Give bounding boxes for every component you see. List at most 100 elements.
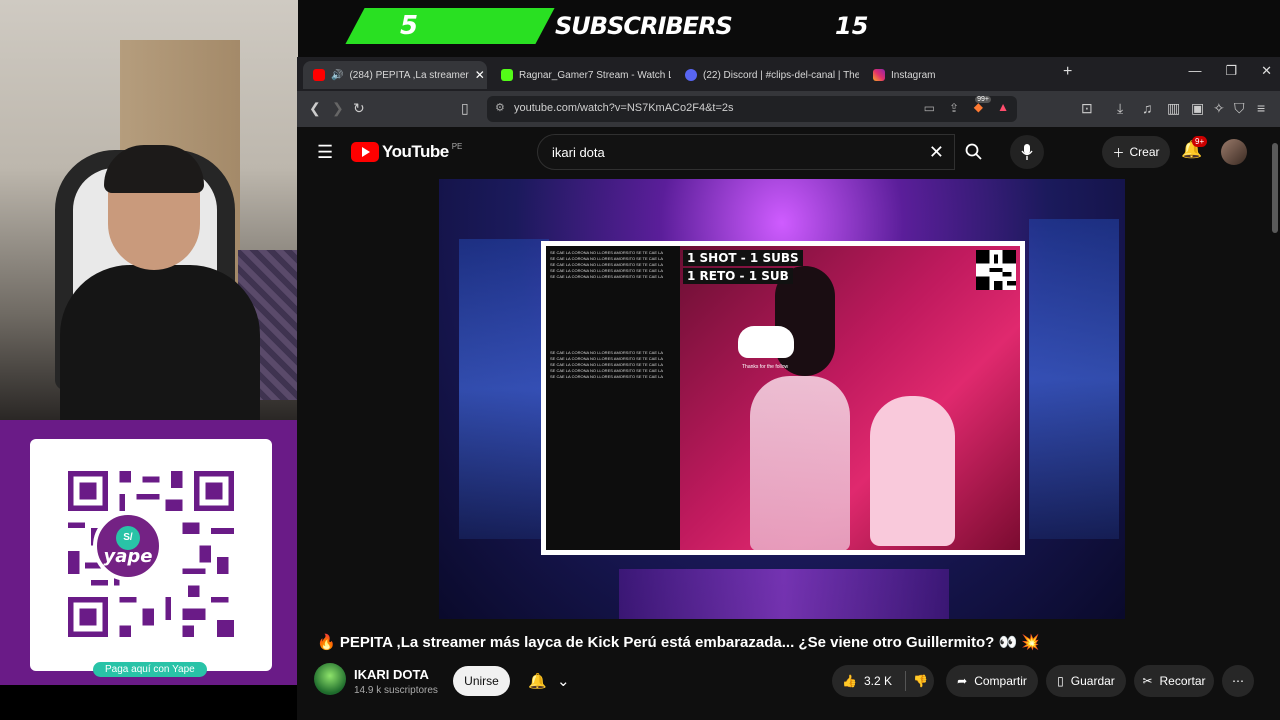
stream-video: Thanks for the follow 1 SHOT - 1 SUBS 1 … [680,246,1020,550]
video-player[interactable]: SE CAE LA CORONA NO LLORES AMORSITO SE T… [439,179,1125,619]
search-button[interactable] [955,134,993,170]
browser-window: 🔊 (284) PEPITA ,La streamer ✕ Ragnar_Gam… [297,57,1280,720]
close-tab-icon[interactable]: ✕ [475,68,485,82]
search-icon [965,143,982,160]
overlay-line-1: 1 SHOT - 1 SUBS [683,250,803,266]
youtube-icon [313,69,325,81]
bookmark-icon[interactable]: ▯ [461,100,469,117]
rewards-icon[interactable]: ▲ [997,100,1009,114]
more-dots-icon: ⋯ [1232,674,1244,688]
chevron-down-icon: ⌄ [557,673,570,690]
tab-strip: 🔊 (284) PEPITA ,La streamer ✕ Ragnar_Gam… [297,57,1280,91]
music-icon[interactable]: ♫ [1142,100,1153,116]
maximize-icon[interactable]: ❐ [1225,63,1237,79]
tab-instagram[interactable]: Instagram [863,61,1043,89]
join-button[interactable]: Unirse [453,666,510,696]
address-bar[interactable]: ⚙ youtube.com/watch?v=NS7KmACo2F4&t=2s ▭… [487,96,1017,122]
screen: 5 SUBSCRIBERS 15 S/ yape Paga aquí con Y… [0,0,1280,720]
tab-kick[interactable]: Ragnar_Gamer7 Stream - Watch Live [491,61,671,89]
url-text: youtube.com/watch?v=NS7KmACo2F4&t=2s [514,102,734,114]
share-label: Compartir [974,674,1027,688]
search-input[interactable]: ikari dota ✕ [537,134,955,170]
thumbs-down-icon: 👎 [912,674,928,688]
user-avatar[interactable] [1221,139,1247,165]
ai-icon[interactable]: ✧ [1213,100,1225,117]
menu-icon[interactable]: ≡ [1257,100,1265,116]
channel-name[interactable]: IKARI DOTA [354,667,429,682]
background-streak [1029,219,1119,539]
download-icon[interactable]: ⤓ [1117,100,1123,117]
plus-icon: ＋ [1112,145,1125,160]
save-button[interactable]: ▯ Guardar [1046,665,1126,697]
reload-icon[interactable]: ↻ [353,100,365,117]
fire-emoji: 🔥 [317,634,336,651]
background-streak [459,239,549,539]
tab-youtube[interactable]: 🔊 (284) PEPITA ,La streamer ✕ [303,61,487,89]
save-label: Guardar [1070,674,1115,688]
webcam-feed [0,0,298,420]
share-button[interactable]: ➦ Compartir [946,665,1038,697]
yape-qr-card: S/ yape [30,439,272,671]
stream-qr-code [976,250,1016,290]
more-actions-button[interactable]: ⋯ [1222,665,1254,697]
new-tab-icon[interactable]: + [1063,63,1072,81]
create-label: Crear [1129,145,1160,159]
chat-line: SE CAE LA CORONA NO LLORES AMORSITO SE T… [550,274,663,279]
yape-logo-text: yape [103,545,153,567]
wallet-icon[interactable]: ▣ [1191,100,1204,117]
share-arrow-icon: ➦ [957,674,968,688]
minimize-icon[interactable]: — [1188,63,1201,79]
create-button[interactable]: ＋ Crear [1102,136,1170,168]
microphone-icon [1021,144,1033,160]
country-code: PE [451,141,463,151]
thumbs-up-icon: 👍 [842,674,857,688]
dislike-button[interactable]: 👎 [913,674,928,688]
vpn-icon[interactable]: ⛉ [1234,100,1245,117]
clear-search-icon[interactable]: ✕ [929,142,944,163]
search-query: ikari dota [552,145,605,160]
tab-title: (284) PEPITA ,La streamer [349,69,469,81]
like-count: 3.2 K [863,674,892,688]
subscription-bell-button[interactable]: 🔔 ⌄ [518,666,580,696]
forward-icon[interactable]: ❯ [332,100,344,117]
share-icon[interactable]: ⇪ [949,101,959,115]
audio-playing-icon: 🔊 [331,69,344,81]
subscriber-goal-banner: 5 SUBSCRIBERS 15 [345,8,915,44]
clip-button[interactable]: ✂ Recortar [1134,665,1214,697]
browser-toolbar: ❮ ❯ ↻ ▯ ⚙ youtube.com/watch?v=NS7KmACo2F… [297,91,1280,127]
yape-cta-pill: Paga aquí con Yape [93,662,207,677]
voice-search-button[interactable] [1010,135,1044,169]
clip-label: Recortar [1159,674,1206,688]
close-window-icon[interactable]: ✕ [1261,63,1272,79]
instagram-icon [873,69,885,81]
notification-badge: 9+ [1192,136,1208,147]
channel-avatar[interactable] [314,663,346,695]
like-button[interactable]: 👍 3.2 K [842,674,892,688]
webcam-person-body [60,265,260,420]
hamburger-menu-icon[interactable]: ☰ [317,142,333,163]
yape-logo: S/ yape [93,511,163,581]
follow-alert-text: Thanks for the follow [742,364,789,370]
title-emojis: 👀 💥 [998,634,1040,651]
youtube-wordmark: YouTube [382,142,449,161]
sidebar-icon[interactable]: ▥ [1167,100,1180,117]
youtube-logo[interactable]: YouTube PE [351,142,462,162]
tab-title: Instagram [891,69,936,81]
yape-donation-panel: S/ yape Paga aquí con Yape [0,420,303,685]
overlay-line-2: 1 RETO - 1 SUB [683,268,793,284]
dancer-figure [750,376,850,550]
cast-icon[interactable]: ▭ [924,101,935,115]
divider [904,671,906,691]
like-dislike-group: 👍 3.2 K 👎 [832,665,934,697]
tab-title: Ragnar_Gamer7 Stream - Watch Live [519,69,671,81]
video-title-text: PEPITA ,La streamer más layca de Kick Pe… [339,634,995,651]
site-settings-icon[interactable]: ⚙ [495,101,505,114]
screenshot-icon[interactable]: ⊡ [1081,100,1093,117]
plush-toy [870,396,955,546]
page-scrollbar[interactable] [1272,143,1278,233]
tab-discord[interactable]: (22) Discord | #clips-del-canal | The [675,61,859,89]
scissors-icon: ✂ [1142,674,1153,688]
subscriber-label: SUBSCRIBERS [555,12,733,40]
back-icon[interactable]: ❮ [309,100,321,117]
left-bottom-bar [0,685,303,720]
